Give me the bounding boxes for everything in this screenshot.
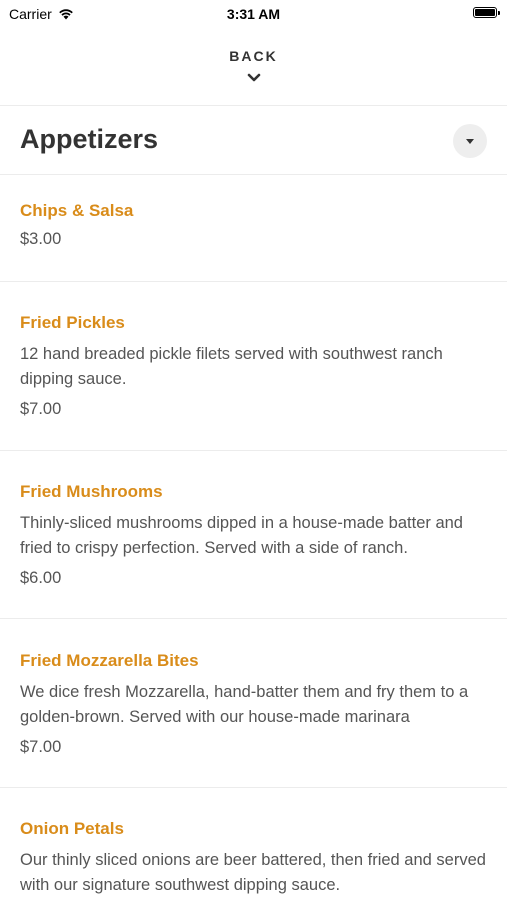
item-divider	[0, 450, 507, 451]
menu-item-fried-mozzarella-bites[interactable]: Fried Mozzarella Bites We dice fresh Moz…	[20, 650, 490, 758]
status-time: 3:31 AM	[226, 6, 281, 22]
item-name: Fried Mushrooms	[20, 482, 163, 501]
menu-item-onion-petals[interactable]: Onion Petals Our thinly sliced onions ar…	[20, 818, 490, 898]
menu-item-fried-pickles[interactable]: Fried Pickles 12 hand breaded pickle fil…	[20, 312, 490, 420]
item-name: Chips & Salsa	[20, 201, 134, 220]
back-button[interactable]: BACK	[0, 48, 507, 64]
item-description: We dice fresh Mozzarella, hand-batter th…	[20, 683, 469, 726]
back-chevron[interactable]	[0, 70, 507, 88]
menu-item-fried-mushrooms[interactable]: Fried Mushrooms Thinly-sliced mushrooms …	[20, 481, 490, 589]
item-price: $7.00	[20, 738, 62, 756]
menu-item-chips-salsa[interactable]: Chips & Salsa $3.00	[20, 200, 490, 250]
section-divider	[0, 174, 507, 175]
item-description: Our thinly sliced onions are beer batter…	[20, 851, 486, 894]
item-name: Fried Mozzarella Bites	[20, 651, 199, 670]
item-name: Fried Pickles	[20, 313, 125, 332]
battery-icon	[473, 7, 500, 18]
section-title: Appetizers	[20, 124, 159, 154]
item-price: $6.00	[20, 569, 62, 587]
item-price: $3.00	[20, 230, 62, 248]
item-description: 12 hand breaded pickle filets served wit…	[20, 345, 443, 388]
header-divider	[0, 105, 507, 106]
chevron-down-icon	[247, 73, 260, 82]
section-dropdown-button[interactable]	[453, 124, 487, 158]
item-divider	[0, 618, 507, 619]
status-bar: Carrier 3:31 AM	[0, 0, 507, 28]
item-divider	[0, 281, 507, 282]
item-name: Onion Petals	[20, 819, 124, 838]
caret-down-icon	[466, 138, 474, 144]
item-divider	[0, 787, 507, 788]
item-price: $7.00	[20, 400, 62, 418]
item-description: Thinly-sliced mushrooms dipped in a hous…	[20, 514, 463, 557]
